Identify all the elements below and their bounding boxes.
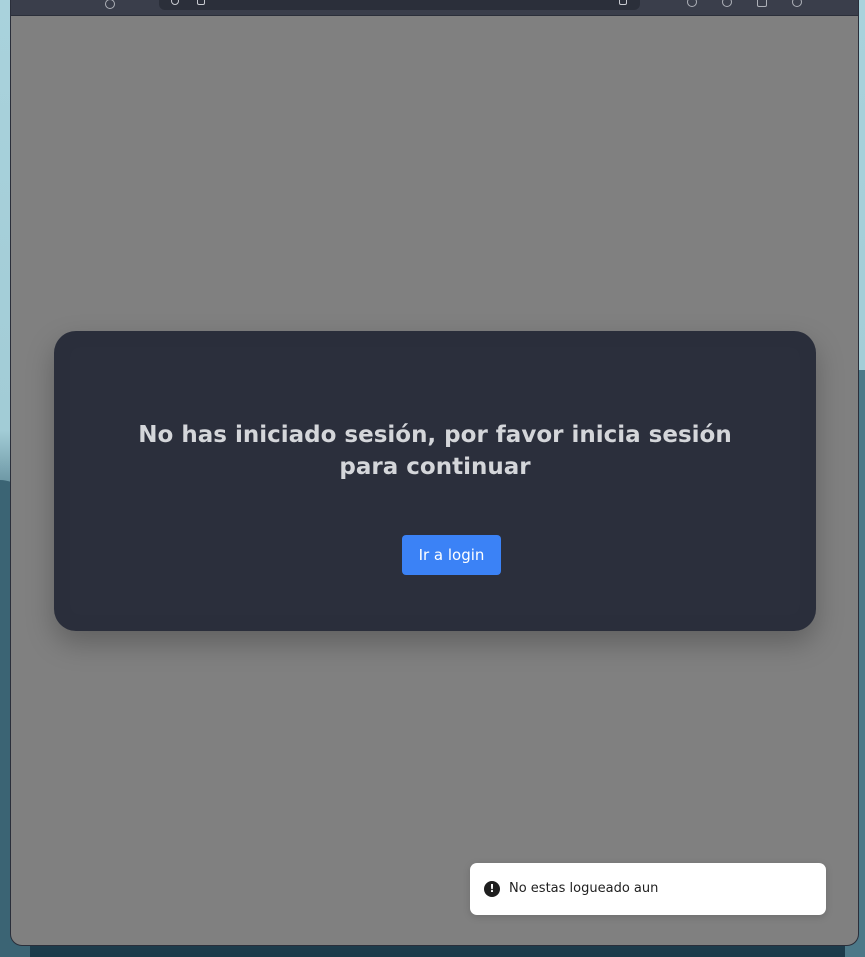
browser-window: No has iniciado sesión, por favor inicia…: [10, 0, 859, 946]
account-icon[interactable]: [722, 0, 732, 7]
address-bar[interactable]: [159, 0, 640, 10]
extension-icon[interactable]: [687, 0, 697, 7]
login-required-panel: No has iniciado sesión, por favor inicia…: [70, 347, 800, 615]
page-icon: [197, 0, 205, 5]
reload-icon[interactable]: [105, 0, 115, 9]
login-required-message: No has iniciado sesión, por favor inicia…: [138, 422, 732, 480]
login-required-card: No has iniciado sesión, por favor inicia…: [54, 331, 816, 631]
browser-nav-controls[interactable]: [71, 0, 131, 11]
browser-toolbar: [11, 0, 858, 16]
downloads-icon[interactable]: [757, 0, 767, 7]
site-info-icon[interactable]: [171, 0, 179, 5]
exclamation-circle-icon: !: [484, 881, 500, 897]
go-to-login-button[interactable]: Ir a login: [402, 535, 501, 575]
notification-toast[interactable]: ! No estas logueado aun: [470, 863, 826, 915]
bookmark-icon[interactable]: [619, 0, 627, 5]
toast-message: No estas logueado aun: [509, 881, 659, 896]
menu-icon[interactable]: [792, 0, 802, 7]
